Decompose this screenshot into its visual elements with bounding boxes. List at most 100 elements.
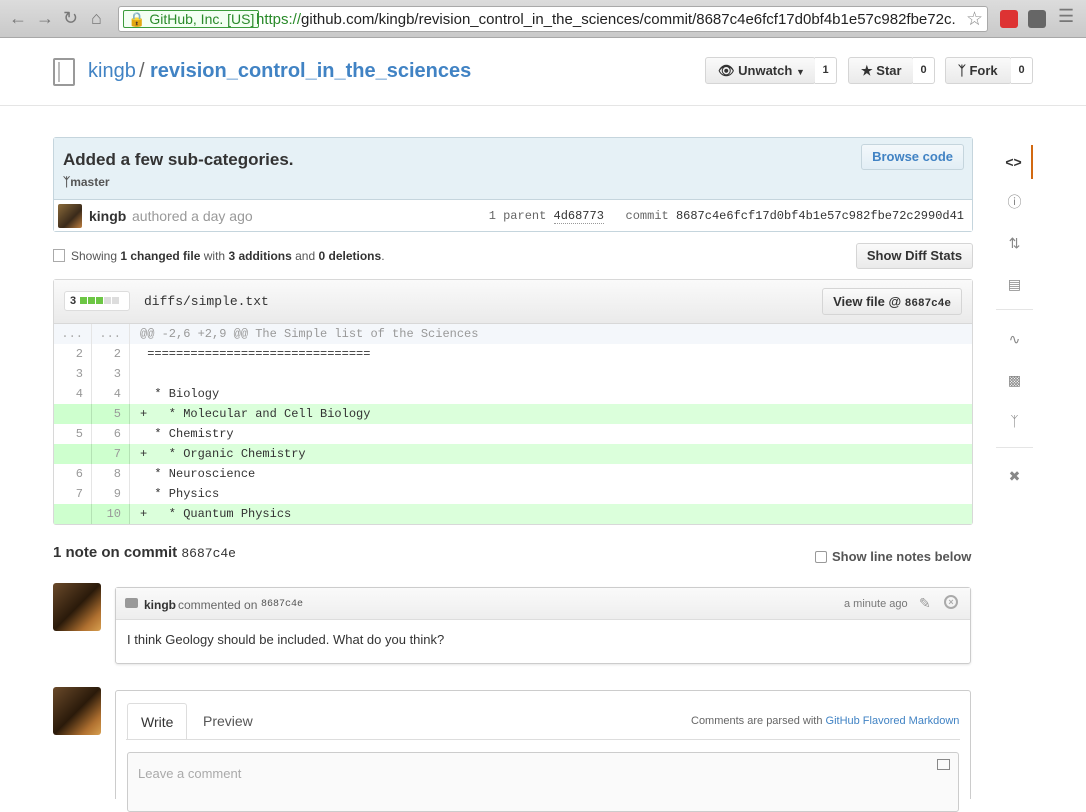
repo-separator: / (139, 60, 145, 82)
commit-label: commit (625, 209, 669, 223)
commenter-avatar[interactable] (53, 583, 101, 631)
tab-write[interactable]: Write (127, 703, 188, 740)
ev-certificate-badge[interactable]: 🔒 GitHub, Inc. [US] (123, 10, 260, 28)
diff-line: 44 * Biology (54, 384, 972, 404)
pulse-icon[interactable]: ∿ (996, 322, 1033, 356)
diff-line: 22 =============================== (54, 344, 972, 364)
old-line-number[interactable]: 4 (54, 384, 92, 404)
markdown-help: Comments are parsed with GitHub Flavored… (691, 715, 960, 727)
gfm-link[interactable]: GitHub Flavored Markdown (826, 715, 960, 727)
extension-icon[interactable] (1000, 10, 1018, 28)
repo-sidenav: <> ⓘ ⇅ ▤ ∿ ▩ ᛉ ✖ (996, 137, 1033, 507)
diff-code: + * Organic Chemistry (140, 447, 306, 461)
url-scheme: https:// (256, 11, 302, 28)
watch-count[interactable]: 1 (815, 57, 837, 84)
fork-label: Fork (969, 63, 998, 78)
old-line-number[interactable] (54, 404, 92, 424)
diff-code: * Physics (140, 487, 220, 501)
new-line-number[interactable]: 8 (92, 464, 130, 484)
code-icon[interactable]: <> (996, 145, 1033, 179)
current-user-avatar (53, 687, 101, 735)
old-line-number[interactable]: 3 (54, 364, 92, 384)
star-count[interactable]: 0 (913, 57, 935, 84)
new-line-number[interactable]: 10 (92, 504, 130, 524)
show-line-notes-checkbox[interactable] (815, 551, 827, 563)
menu-icon[interactable]: ☰ (1058, 6, 1074, 26)
browse-code-button[interactable]: Browse code (861, 144, 964, 170)
star-label: Star (876, 63, 902, 78)
graphs-icon[interactable]: ▩ (996, 363, 1033, 397)
view-file-button[interactable]: View file @ 8687c4e (822, 288, 962, 315)
new-line-number[interactable]: 2 (92, 344, 130, 364)
comment: kingb commented on 8687c4e a minute ago … (115, 587, 971, 664)
parent-sha-link[interactable]: 4d68773 (553, 209, 604, 224)
eye-icon: 👁 (718, 63, 735, 78)
fullscreen-icon[interactable] (937, 759, 950, 770)
old-line-number[interactable]: 5 (54, 424, 92, 444)
tag-extension-icon[interactable] (1028, 10, 1046, 28)
old-line-number[interactable]: 7 (54, 484, 92, 504)
diffstat-badge: 3 (64, 291, 130, 311)
comment-action: commented on (178, 598, 258, 612)
settings-icon[interactable]: ✖ (996, 459, 1033, 493)
reload-icon[interactable]: ↻ (63, 8, 78, 28)
diff-summary: Showing 1 changed file with 3 additions … (53, 249, 385, 263)
old-line-number[interactable]: 2 (54, 344, 92, 364)
comment-sha[interactable]: 8687c4e (261, 599, 303, 610)
url-path: github.com/kingb/revision_control_in_the… (301, 11, 956, 28)
new-line-number[interactable]: 3 (92, 364, 130, 384)
commit-sha-info: 1 parent 4d68773 commit 8687c4e6fcf17d0b… (488, 209, 964, 224)
comment-textarea[interactable]: Leave a comment (127, 752, 959, 812)
old-line-number[interactable] (54, 444, 92, 464)
fork-count[interactable]: 0 (1011, 57, 1033, 84)
repo-book-icon (53, 58, 75, 86)
new-line-number[interactable]: 4 (92, 384, 130, 404)
diff-code: @@ -2,6 +2,9 @@ The Simple list of the S… (140, 327, 479, 341)
comment-bubble-icon (125, 598, 138, 608)
repo-name-link[interactable]: revision_control_in_the_sciences (150, 60, 471, 83)
comment-body: I think Geology should be included. What… (127, 632, 445, 647)
fork-button[interactable]: ᛉ Fork (945, 57, 1012, 84)
diff-hunk-header: ...... @@ -2,6 +2,9 @@ The Simple list of… (54, 324, 972, 344)
home-icon[interactable]: ⌂ (91, 8, 102, 28)
pencil-icon[interactable]: ✎ (919, 595, 931, 612)
old-line-number[interactable]: ... (54, 324, 92, 344)
show-diff-stats-button[interactable]: Show Diff Stats (856, 243, 973, 269)
old-line-number[interactable]: 6 (54, 464, 92, 484)
back-icon[interactable]: ← (9, 8, 27, 28)
wiki-icon[interactable]: ▤ (996, 267, 1033, 301)
pull-requests-icon[interactable]: ⇅ (996, 226, 1033, 260)
new-line-number[interactable]: 5 (92, 404, 130, 424)
bookmark-star-icon[interactable]: ☆ (966, 8, 983, 31)
star-button[interactable]: ★ Star (848, 57, 914, 84)
new-line-number[interactable]: 9 (92, 484, 130, 504)
caret-down-icon: ▼ (795, 67, 805, 77)
file-name[interactable]: diffs/simple.txt (144, 294, 269, 309)
comment-author[interactable]: kingb (144, 598, 176, 612)
comment-placeholder: Leave a comment (138, 766, 242, 781)
new-line-number[interactable]: 7 (92, 444, 130, 464)
show-line-notes-toggle[interactable]: Show line notes below (815, 549, 971, 564)
diff-code (140, 364, 147, 384)
diff-line: 68 * Neuroscience (54, 464, 972, 484)
unwatch-button[interactable]: 👁 Unwatch ▼ (705, 57, 816, 84)
changed-files-link[interactable]: 1 changed file (120, 249, 200, 263)
issues-icon[interactable]: ⓘ (996, 185, 1033, 219)
new-line-number[interactable]: ... (92, 324, 130, 344)
new-comment-form: Write Preview Comments are parsed with G… (115, 690, 971, 812)
address-bar[interactable]: 🔒 GitHub, Inc. [US] https://github.com/k… (118, 6, 988, 32)
new-line-number[interactable]: 6 (92, 424, 130, 444)
diff-code: + * Molecular and Cell Biology (140, 407, 371, 421)
network-icon[interactable]: ᛉ (996, 404, 1033, 438)
forward-icon[interactable]: → (36, 8, 54, 28)
unwatch-label: Unwatch (738, 63, 793, 78)
old-line-number[interactable] (54, 504, 92, 524)
delete-icon[interactable]: × (944, 595, 958, 609)
author-avatar[interactable] (58, 204, 82, 228)
repo-owner-link[interactable]: kingb (88, 60, 136, 83)
author-link[interactable]: kingb (89, 208, 126, 224)
branch-label[interactable]: ᛉmaster (63, 175, 110, 189)
parent-label: 1 parent (488, 209, 547, 223)
tab-preview[interactable]: Preview (190, 703, 266, 740)
url-text[interactable]: https://github.com/kingb/revision_contro… (256, 11, 956, 28)
